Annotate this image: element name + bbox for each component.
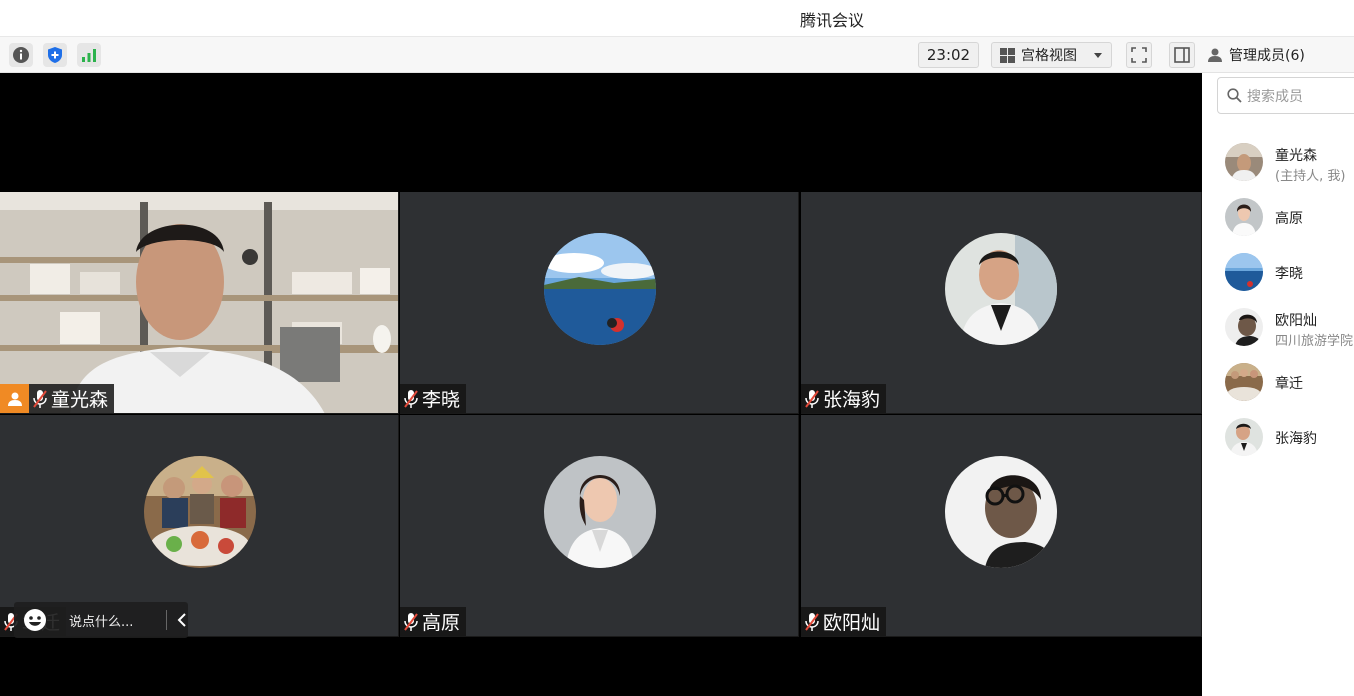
mic-muted-icon — [404, 612, 418, 631]
avatar — [544, 456, 656, 568]
chat-input-placeholder[interactable]: 说点什么... — [69, 611, 133, 630]
member-org: 四川旅游学院 — [1275, 334, 1354, 349]
member-name: 高原 — [1275, 211, 1303, 227]
member-search-placeholder: 搜索成员 — [1247, 88, 1303, 105]
avatar — [1225, 363, 1263, 401]
video-tile[interactable]: 张海豹 — [801, 192, 1202, 414]
signal-icon[interactable] — [77, 43, 101, 67]
title-bar: 腾讯会议 — [0, 0, 1354, 36]
participant-name: 欧阳灿 — [823, 612, 881, 634]
member-name: 张海豹 — [1275, 431, 1317, 447]
participant-name-tag: 欧阳灿 — [801, 607, 887, 636]
participant-name-tag: 张海豹 — [801, 384, 887, 413]
host-badge — [0, 384, 29, 413]
avatar — [945, 233, 1057, 345]
participant-name: 张海豹 — [823, 389, 881, 411]
member-name: 欧阳灿 — [1275, 313, 1317, 329]
member-name: 章迁 — [1275, 376, 1303, 392]
participant-name: 高原 — [422, 612, 461, 634]
member-item[interactable]: 童光森 (主持人, 我) — [1225, 143, 1354, 184]
fullscreen-button[interactable] — [1126, 42, 1152, 68]
avatar — [1225, 253, 1263, 291]
avatar — [1225, 418, 1263, 456]
meeting-timer: 23:02 — [918, 42, 979, 68]
chevron-down-icon — [1094, 53, 1102, 58]
fullscreen-icon — [1131, 47, 1147, 63]
view-mode-label: 宫格视图 — [1021, 48, 1077, 64]
mic-muted-icon — [805, 389, 819, 408]
mic-muted-icon — [404, 389, 418, 408]
toggle-sidebar-button[interactable] — [1169, 42, 1195, 68]
shield-icon[interactable] — [43, 43, 67, 67]
member-name: 童光森 — [1275, 148, 1317, 164]
video-tile[interactable]: 高原 — [400, 415, 799, 637]
avatar — [1225, 143, 1263, 181]
mic-muted-icon — [33, 389, 47, 408]
grid-icon — [1000, 47, 1015, 63]
participant-name-tag: 高原 — [400, 607, 467, 636]
host-video-feed — [0, 192, 398, 413]
divider — [166, 610, 167, 630]
host-icon — [7, 392, 22, 406]
members-panel: 搜索成员 童光森 (主持人, 我) 高原 李晓 欧阳灿 四川旅游学院 章迁 张海… — [1202, 73, 1354, 696]
video-tile[interactable]: 欧阳灿 — [801, 415, 1202, 637]
member-item[interactable]: 欧阳灿 四川旅游学院 — [1225, 308, 1354, 349]
info-icon[interactable] — [9, 43, 33, 67]
member-search-input[interactable]: 搜索成员 — [1217, 77, 1354, 114]
window-title: 腾讯会议 — [799, 11, 864, 30]
member-item[interactable]: 张海豹 — [1225, 418, 1354, 458]
meeting-toolbar: 23:02 宫格视图 管理成员(6) — [0, 36, 1354, 73]
avatar — [144, 456, 256, 568]
member-item[interactable]: 章迁 — [1225, 363, 1354, 403]
avatar — [945, 456, 1057, 568]
manage-members-label: 管理成员(6) — [1229, 48, 1305, 64]
participant-name-tag: 童光森 — [29, 384, 115, 413]
search-icon — [1227, 88, 1242, 103]
chat-quick-bar[interactable]: 说点什么... — [14, 602, 188, 638]
mic-muted-icon — [805, 612, 819, 631]
video-tile-host[interactable]: 童光森 — [0, 192, 399, 414]
emoji-icon[interactable] — [23, 608, 47, 632]
video-tile[interactable]: 李晓 — [400, 192, 799, 414]
grid-view-dropdown[interactable]: 宫格视图 — [991, 42, 1112, 68]
member-item[interactable]: 李晓 — [1225, 253, 1354, 293]
sidebar-icon — [1174, 47, 1190, 63]
manage-members-button[interactable]: 管理成员(6) — [1207, 45, 1305, 65]
avatar — [1225, 308, 1263, 346]
chevron-left-icon[interactable] — [177, 613, 187, 627]
avatar — [544, 233, 656, 345]
member-item[interactable]: 高原 — [1225, 198, 1354, 238]
avatar — [1225, 198, 1263, 236]
participant-name-tag: 李晓 — [400, 384, 467, 413]
member-role: (主持人, 我) — [1275, 169, 1346, 184]
member-name: 李晓 — [1275, 266, 1303, 282]
participant-name: 李晓 — [422, 389, 461, 411]
participant-name: 童光森 — [51, 389, 109, 411]
person-icon — [1208, 48, 1222, 62]
